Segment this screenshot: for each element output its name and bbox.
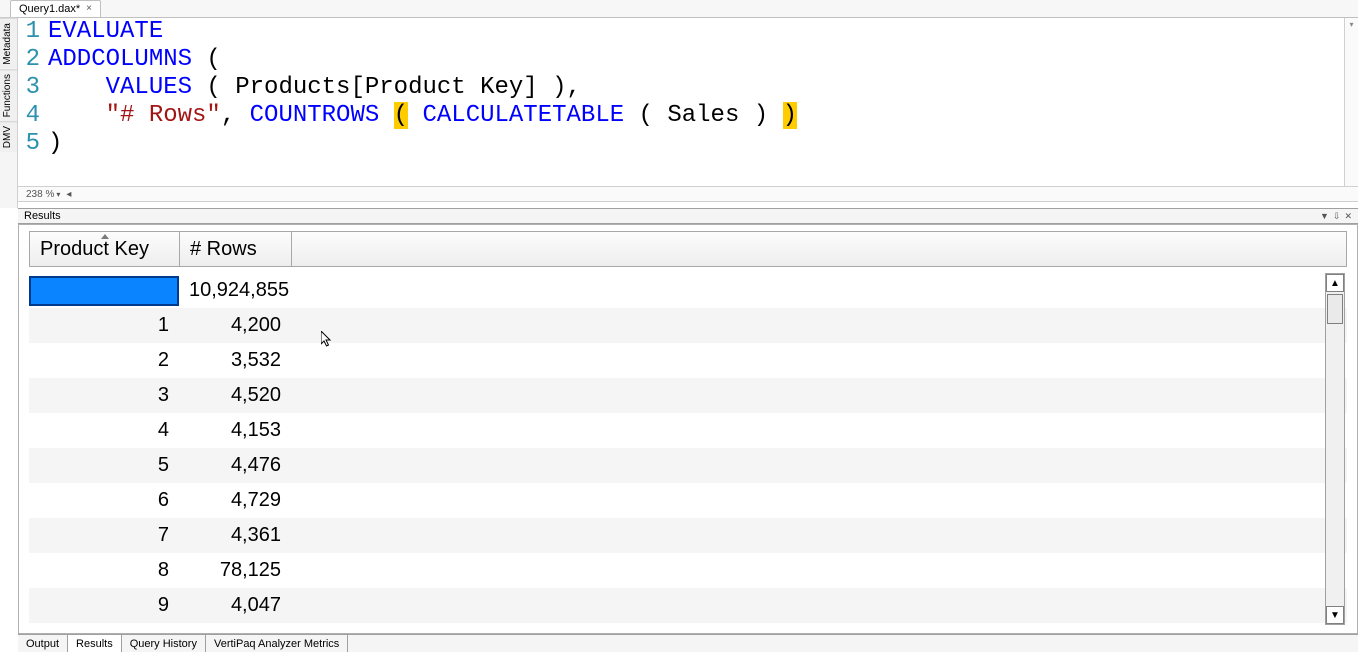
bracket-highlight-close: ) xyxy=(783,102,797,129)
hscroll-left-icon[interactable]: ◂ xyxy=(66,189,71,200)
scroll-down-icon[interactable]: ▼ xyxy=(1326,606,1344,624)
dax-editor[interactable]: 1 EVALUATE 2 ADDCOLUMNS ( 3 VALUES ( Pro… xyxy=(18,18,1358,186)
line-number: 5 xyxy=(18,130,48,158)
results-pane-header: Results ▼ ⇩ ✕ xyxy=(18,208,1358,224)
kw-countrows: COUNTROWS xyxy=(250,102,380,129)
grid-vertical-scrollbar[interactable]: ▲ ▼ xyxy=(1325,273,1345,625)
cell-product-key[interactable]: 5 xyxy=(29,454,179,478)
results-grid-container: Product Key # Rows 10,924,85514,20023,53… xyxy=(18,224,1358,634)
table-row[interactable]: 23,532 xyxy=(29,343,1347,378)
rail-functions[interactable]: Functions xyxy=(0,69,17,121)
table-row[interactable]: 64,729 xyxy=(29,483,1347,518)
cell-product-key[interactable]: 7 xyxy=(29,524,179,548)
zoom-level[interactable]: 238 % xyxy=(26,189,54,200)
cell-product-key[interactable] xyxy=(29,276,179,306)
tab-query-history[interactable]: Query History xyxy=(122,635,206,652)
cell-rows[interactable]: 4,361 xyxy=(179,524,291,548)
cell-rows[interactable]: 4,153 xyxy=(179,419,291,443)
cell-product-key[interactable]: 4 xyxy=(29,419,179,443)
grid-header-row: Product Key # Rows xyxy=(29,231,1347,267)
editor-status-bar: 238 % ▾ ◂ xyxy=(18,186,1358,202)
cell-product-key[interactable]: 1 xyxy=(29,314,179,338)
table-row[interactable]: 74,361 xyxy=(29,518,1347,553)
pane-dropdown-icon[interactable]: ▼ xyxy=(1320,211,1329,222)
document-tab-strip: Query1.dax* × xyxy=(0,0,1358,18)
tab-title: Query1.dax* xyxy=(19,3,80,15)
close-icon[interactable]: × xyxy=(86,4,92,14)
cell-rows[interactable]: 4,047 xyxy=(179,594,291,618)
tab-output[interactable]: Output xyxy=(18,635,68,652)
rail-metadata[interactable]: Metadata xyxy=(0,18,17,69)
rail-dmv[interactable]: DMV xyxy=(0,121,17,152)
line-number: 3 xyxy=(18,74,48,102)
grid-body[interactable]: 10,924,85514,20023,53234,52044,15354,476… xyxy=(29,273,1347,629)
table-row[interactable]: 10,924,855 xyxy=(29,273,1347,308)
line-number: 2 xyxy=(18,46,48,74)
column-header-product-key[interactable]: Product Key xyxy=(30,232,180,266)
table-row[interactable]: 94,047 xyxy=(29,588,1347,623)
results-pane-title: Results xyxy=(24,210,61,222)
table-row[interactable]: 44,153 xyxy=(29,413,1347,448)
tab-vertipaq[interactable]: VertiPaq Analyzer Metrics xyxy=(206,635,348,652)
column-header-rows[interactable]: # Rows xyxy=(180,232,292,266)
table-row[interactable]: 878,125 xyxy=(29,553,1347,588)
cell-rows[interactable]: 3,532 xyxy=(179,349,291,373)
scroll-up-icon[interactable]: ▲ xyxy=(1326,274,1344,292)
cell-rows[interactable]: 4,520 xyxy=(179,384,291,408)
cell-product-key[interactable]: 9 xyxy=(29,594,179,618)
kw-calculatetable: CALCULATETABLE xyxy=(422,102,624,129)
cell-rows[interactable]: 4,200 xyxy=(179,314,291,338)
bracket-highlight-open: ( xyxy=(394,102,408,129)
left-tool-rail: Metadata Functions DMV xyxy=(0,18,18,208)
scroll-marker: ▾ xyxy=(1345,18,1358,29)
cell-product-key[interactable]: 2 xyxy=(29,349,179,373)
pane-close-icon[interactable]: ✕ xyxy=(1344,211,1352,222)
editor-vertical-scrollbar[interactable]: ▾ xyxy=(1344,18,1358,188)
cell-product-key[interactable]: 6 xyxy=(29,489,179,513)
table-row[interactable]: 34,520 xyxy=(29,378,1347,413)
document-tab-query1[interactable]: Query1.dax* × xyxy=(10,0,101,17)
cell-product-key[interactable]: 8 xyxy=(29,559,179,583)
string-literal: "# Rows" xyxy=(106,102,221,129)
kw-evaluate: EVALUATE xyxy=(48,18,163,45)
cell-product-key[interactable]: 3 xyxy=(29,384,179,408)
cell-rows[interactable]: 10,924,855 xyxy=(179,279,291,303)
bottom-tab-strip: Output Results Query History VertiPaq An… xyxy=(18,634,1358,652)
scroll-thumb[interactable] xyxy=(1327,294,1343,324)
kw-addcolumns: ADDCOLUMNS xyxy=(48,46,192,73)
column-header-empty xyxy=(292,232,1346,266)
cell-rows[interactable]: 4,476 xyxy=(179,454,291,478)
kw-values: VALUES xyxy=(106,74,192,101)
table-row[interactable]: 54,476 xyxy=(29,448,1347,483)
cell-rows[interactable]: 4,729 xyxy=(179,489,291,513)
line-number: 1 xyxy=(18,18,48,46)
table-row[interactable]: 14,200 xyxy=(29,308,1347,343)
line-number: 4 xyxy=(18,102,48,130)
cell-rows[interactable]: 78,125 xyxy=(179,559,291,583)
zoom-dropdown-icon[interactable]: ▾ xyxy=(56,190,60,199)
pane-pin-icon[interactable]: ⇩ xyxy=(1333,211,1341,222)
tab-results[interactable]: Results xyxy=(68,635,122,652)
